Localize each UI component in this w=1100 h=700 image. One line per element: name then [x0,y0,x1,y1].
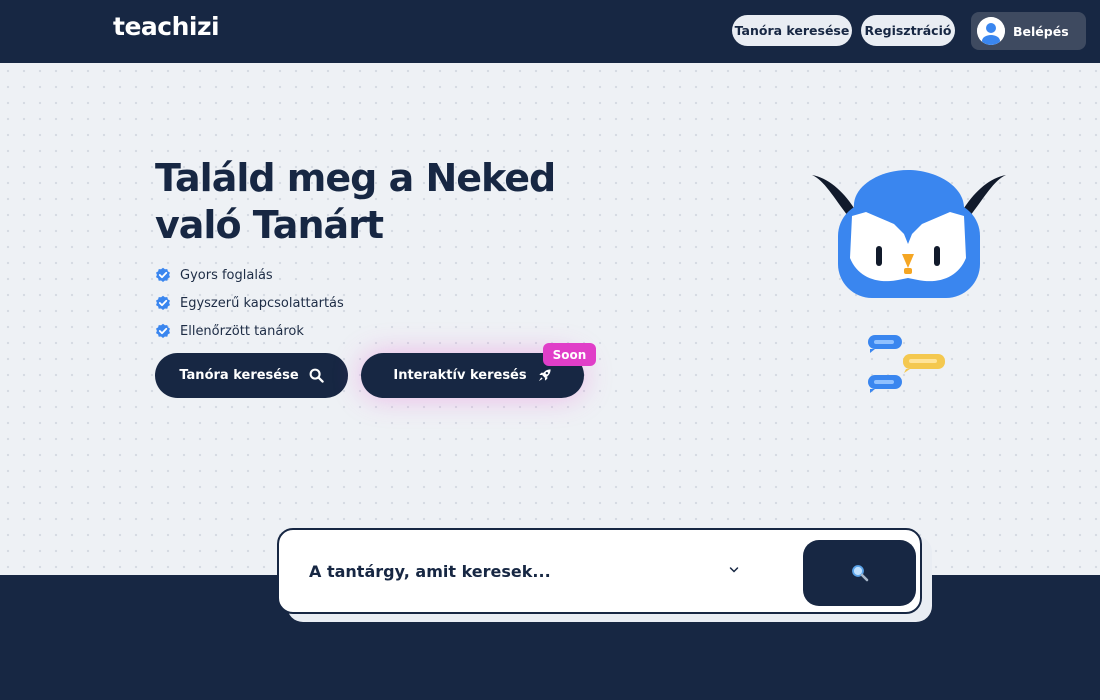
feature-label: Egyszerű kapcsolattartás [180,295,344,311]
nav-register-button[interactable]: Regisztráció [861,15,955,46]
search-icon [309,368,324,383]
verified-check-icon [156,267,170,282]
feature-list: Gyors foglalás Egyszerű kapcsolattartás … [155,261,344,345]
search-lesson-button[interactable]: Tanóra keresése [155,353,348,398]
verified-check-icon [156,323,170,338]
soon-badge: Soon [543,343,596,366]
headline-line-1: Találd meg a Neked [155,156,556,200]
search-icon [851,565,868,582]
feature-label: Ellenőrzött tanárok [180,323,304,339]
hero-section: Találd meg a Neked való Tanárt Gyors fog… [0,63,1100,575]
page-title: Találd meg a Neked való Tanárt [155,155,615,249]
feature-item: Egyszerű kapcsolattartás [155,289,344,317]
nav-search-button[interactable]: Tanóra keresése [732,15,852,46]
interactive-search-label: Interaktív keresés [393,368,527,383]
rocket-icon [538,369,551,382]
search-lesson-label: Tanóra keresése [179,368,299,383]
subject-select[interactable]: A tantárgy, amit keresek... [309,562,551,581]
chevron-down-icon[interactable] [729,566,739,574]
feature-item: Ellenőrzött tanárok [155,317,344,345]
top-header: teachizi Tanóra keresése Regisztráció Be… [0,0,1100,63]
user-avatar-icon [977,17,1005,45]
login-button[interactable]: Belépés [971,12,1086,50]
feature-item: Gyors foglalás [155,261,344,289]
login-label: Belépés [1013,23,1069,39]
owl-mascot-icon [812,170,1006,298]
logo[interactable]: teachizi [113,12,220,41]
search-submit-button[interactable] [803,540,916,606]
verified-check-icon [156,295,170,310]
headline-line-2: való Tanárt [155,203,384,247]
chat-bubbles-icon [868,335,945,393]
feature-label: Gyors foglalás [180,267,273,283]
subject-search-bar: A tantárgy, amit keresek... [277,528,922,614]
